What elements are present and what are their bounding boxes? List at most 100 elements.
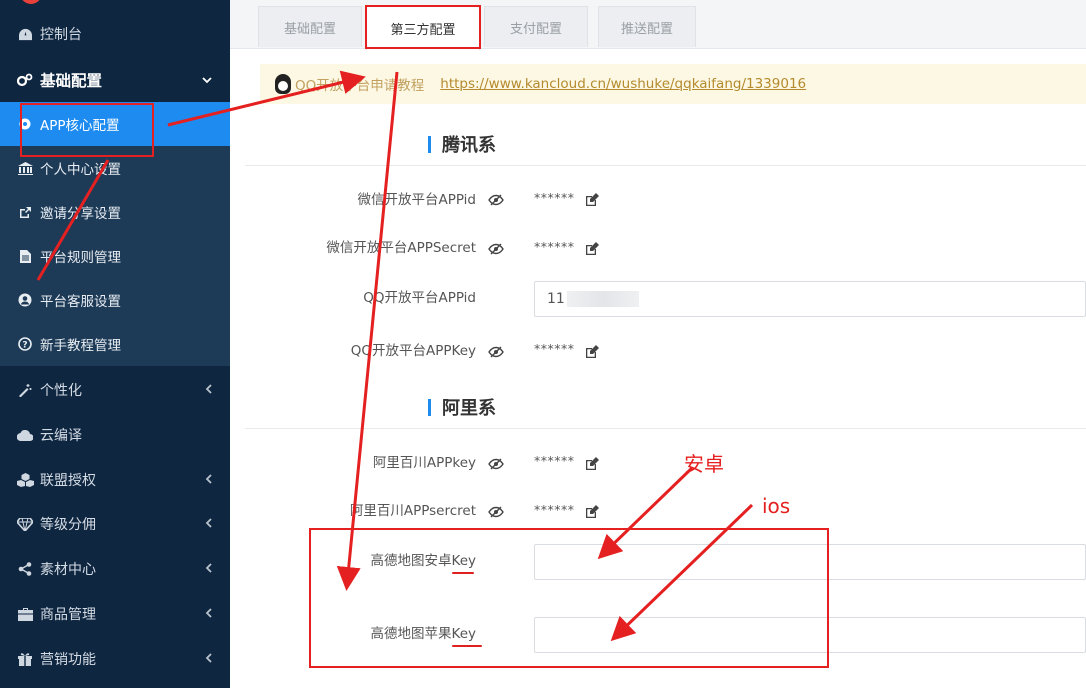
sidebar-item-label: APP核心配置 — [40, 118, 120, 134]
chevron-left-icon — [205, 517, 212, 532]
cloud-icon — [16, 429, 34, 441]
sidebar-item-label: 素材中心 — [40, 562, 96, 578]
tutorial-link[interactable]: https://www.kancloud.cn/wushuke/qqkaifan… — [440, 76, 806, 92]
magic-wand-icon — [16, 383, 34, 397]
section-title-ali: 阿里系 — [428, 395, 496, 419]
annotation-underline — [452, 572, 474, 574]
edit-icon[interactable] — [585, 345, 599, 359]
sidebar-item-platform-rules[interactable]: 平台规则管理 — [0, 234, 230, 278]
chevron-left-icon — [205, 562, 212, 577]
sidebar-item-basic-config[interactable]: 基础配置 — [0, 58, 230, 102]
amap-android-key-input[interactable] — [534, 544, 1086, 580]
sidebar-item-label: 个性化 — [40, 383, 82, 399]
amap-ios-key-input[interactable] — [534, 617, 1086, 653]
sidebar-item-label: 营销功能 — [40, 652, 96, 668]
user-circle-icon — [16, 293, 34, 307]
svg-text:?: ? — [22, 341, 27, 351]
sidebar-item-label: 基础配置 — [40, 72, 103, 90]
section-bar — [428, 398, 431, 416]
eye-slash-icon[interactable] — [488, 457, 504, 471]
notice-bar: QQ开放平台申请教程 https://www.kancloud.cn/wushu… — [260, 64, 1086, 104]
qq-penguin-icon — [275, 74, 291, 94]
wechat-secret-value: ****** — [534, 239, 575, 254]
gift-icon — [16, 652, 34, 666]
file-icon — [16, 249, 34, 263]
amap-ios-key-label: 高德地图苹果Key — [370, 626, 476, 642]
edit-icon[interactable] — [585, 242, 599, 256]
sidebar-item-label: 控制台 — [40, 27, 82, 43]
divider — [245, 428, 1086, 429]
qq-appkey-label: QQ开放平台APPKey — [350, 343, 476, 359]
chevron-left-icon — [205, 607, 212, 622]
section-title-text: 腾讯系 — [442, 135, 496, 156]
sidebar-item-personalize[interactable]: 个性化 — [0, 368, 230, 412]
diamond-icon — [16, 517, 34, 531]
qq-appkey-value: ****** — [534, 341, 575, 356]
sidebar-item-cloud-compile[interactable]: 云编译 — [0, 413, 230, 457]
sidebar-submenu: APP核心配置 个人中心设置 邀请分享设置 平台规则管理 平台客服设置 ? 新手… — [0, 102, 230, 366]
sidebar-item-label: 个人中心设置 — [40, 162, 121, 178]
sidebar-item-label: 平台客服设置 — [40, 294, 121, 310]
qq-appid-label: QQ开放平台APPid — [363, 290, 476, 306]
briefcase-icon — [16, 607, 34, 621]
tab-basic-config[interactable]: 基础配置 — [258, 6, 362, 47]
edit-icon[interactable] — [585, 193, 599, 207]
logo — [20, 0, 42, 4]
annotation-underline — [452, 645, 482, 647]
sidebar-item-tutorials[interactable]: ? 新手教程管理 — [0, 322, 230, 366]
amap-android-key-label: 高德地图安卓Key — [370, 553, 476, 569]
baichuan-appkey-label: 阿里百川APPkey — [372, 455, 476, 471]
eye-slash-icon[interactable] — [488, 242, 504, 256]
qq-appid-input[interactable]: 11 — [534, 281, 1086, 317]
sidebar-item-label: 商品管理 — [40, 607, 96, 623]
gears-icon — [16, 73, 34, 87]
sidebar-item-label: 新手教程管理 — [40, 338, 121, 354]
blurred-text — [566, 291, 639, 307]
chevron-left-icon — [205, 473, 212, 488]
wechat-secret-label: 微信开放平台APPSecret — [326, 240, 476, 256]
edit-icon[interactable] — [585, 457, 599, 471]
tab-push-config[interactable]: 推送配置 — [598, 6, 696, 47]
circle-icon — [16, 118, 34, 130]
sidebar-item-materials[interactable]: 素材中心 — [0, 547, 230, 591]
sidebar-item-app-core-config[interactable]: APP核心配置 — [0, 102, 230, 146]
tab-third-party-config[interactable]: 第三方配置 — [366, 6, 480, 50]
sidebar-item-alliance-auth[interactable]: 联盟授权 — [0, 458, 230, 502]
sidebar-item-label: 云编译 — [40, 428, 82, 444]
bank-icon — [16, 161, 34, 175]
edit-icon[interactable] — [585, 505, 599, 519]
baichuan-secret-label: 阿里百川APPsercret — [349, 503, 476, 519]
share-alt-icon — [16, 562, 34, 576]
baichuan-secret-value: ****** — [534, 502, 575, 517]
chevron-left-icon — [205, 383, 212, 398]
sidebar-item-label: 联盟授权 — [40, 473, 96, 489]
eye-slash-icon[interactable] — [488, 345, 504, 359]
sidebar-item-level-commission[interactable]: 等级分佣 — [0, 502, 230, 546]
wechat-appid-value: ****** — [534, 190, 575, 205]
tab-bar: 基础配置 第三方配置 支付配置 推送配置 — [230, 0, 1086, 50]
tab-payment-config[interactable]: 支付配置 — [484, 6, 588, 47]
sidebar-item-invite-share[interactable]: 邀请分享设置 — [0, 190, 230, 234]
annotation-label-ios: ios — [762, 494, 791, 518]
dashboard-icon — [16, 28, 34, 41]
sidebar-item-label: 平台规则管理 — [40, 250, 121, 266]
chevron-down-icon — [202, 73, 212, 88]
main-content: 基础配置 第三方配置 支付配置 推送配置 QQ开放平台申请教程 https://… — [230, 0, 1086, 688]
section-bar — [428, 135, 431, 153]
sidebar-item-label: 等级分佣 — [40, 517, 96, 533]
sidebar-item-user-center[interactable]: 个人中心设置 — [0, 146, 230, 190]
baichuan-appkey-value: ****** — [534, 453, 575, 468]
sidebar-item-marketing[interactable]: 营销功能 — [0, 637, 230, 681]
divider — [245, 165, 1086, 166]
sidebar-item-customer-service[interactable]: 平台客服设置 — [0, 278, 230, 322]
share-square-icon — [16, 206, 34, 219]
sidebar-item-products[interactable]: 商品管理 — [0, 592, 230, 636]
section-title-text: 阿里系 — [442, 398, 496, 419]
qq-appid-value: 11 — [547, 291, 565, 307]
section-title-tencent: 腾讯系 — [428, 132, 496, 156]
sidebar-item-label: 邀请分享设置 — [40, 206, 121, 222]
cubes-icon — [16, 473, 34, 487]
sidebar-item-dashboard[interactable]: 控制台 — [0, 12, 230, 56]
eye-slash-icon[interactable] — [488, 193, 504, 207]
eye-slash-icon[interactable] — [488, 505, 504, 519]
